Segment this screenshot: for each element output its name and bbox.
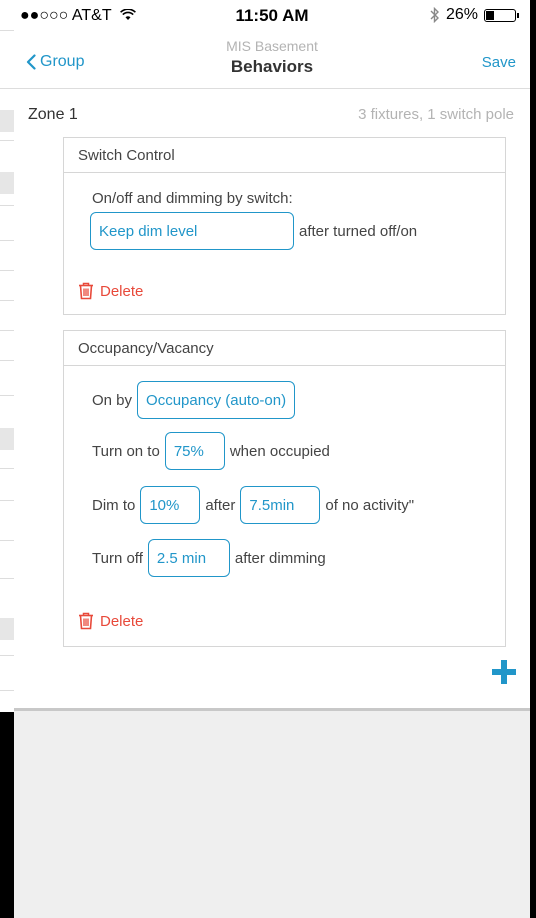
nav-subtitle: MIS Basement: [226, 38, 318, 54]
turn-off-row: Turn off 2.5 min after dimming: [92, 539, 326, 577]
dim-level-select[interactable]: 10%: [140, 486, 201, 524]
switch-control-card: Switch Control On/off and dimming by swi…: [63, 137, 506, 315]
zone-header: Zone 1 3 fixtures, 1 switch pole: [14, 104, 530, 126]
on-by-label: On by: [92, 391, 133, 409]
status-right-group: 26%: [430, 6, 519, 24]
turn-off-delay-select[interactable]: 2.5 min: [147, 539, 230, 577]
switch-description: On/off and dimming by switch:: [92, 190, 293, 207]
card-header: Switch Control: [64, 138, 505, 173]
bluetooth-icon: [430, 7, 439, 23]
trash-icon: [79, 612, 93, 630]
delete-label: Delete: [100, 612, 144, 630]
on-by-select[interactable]: Occupancy (auto-on): [137, 381, 296, 419]
empty-bottom-area: [14, 711, 530, 918]
turn-on-level-select[interactable]: 75%: [164, 432, 225, 470]
background-window-strip: 1: [0, 0, 15, 712]
battery-percent: 26%: [445, 6, 478, 23]
zone-name: Zone 1: [28, 106, 78, 123]
dim-delay-select[interactable]: 7.5min: [240, 486, 321, 524]
battery-fill: [486, 10, 494, 20]
page-title: Behaviors: [230, 57, 314, 76]
turn-on-suffix: when occupied: [229, 442, 330, 460]
card-title: Occupancy/Vacancy: [78, 340, 214, 357]
battery-icon: [484, 8, 519, 22]
dim-label: Dim to: [92, 496, 136, 514]
dim-suffix: of no activity": [325, 496, 415, 514]
zone-info: 3 fixtures, 1 switch pole: [358, 106, 514, 123]
background-number: 1: [0, 4, 8, 20]
save-button[interactable]: Save: [482, 54, 516, 71]
phone-screen: ●●○○○ AT&T 11:50 AM 26% Group MIS Baseme…: [14, 0, 530, 918]
turn-on-label: Turn on to: [92, 442, 160, 460]
card-title: Switch Control: [78, 147, 175, 164]
on-by-row: On by Occupancy (auto-on): [92, 381, 296, 419]
turn-on-row: Turn on to 75% when occupied: [92, 432, 330, 470]
screenshot-frame: 1 ●●○○○ AT&T 11:50 AM 26% Group MIS Base…: [0, 0, 536, 918]
delete-button[interactable]: Delete: [78, 612, 143, 630]
switch-description-row: On/off and dimming by switch:: [92, 190, 293, 207]
add-behavior-button[interactable]: [492, 660, 516, 684]
navigation-bar: Group MIS Basement Behaviors Save: [14, 30, 530, 89]
delete-label: Delete: [100, 282, 144, 300]
occupancy-vacancy-card: Occupancy/Vacancy On by Occupancy (auto-…: [63, 330, 506, 647]
delete-button[interactable]: Delete: [78, 282, 143, 300]
dim-row: Dim to 10% after 7.5min of no activity": [92, 486, 414, 524]
status-bar: ●●○○○ AT&T 11:50 AM 26%: [14, 0, 530, 30]
dim-level-suffix: after turned off/on: [299, 222, 418, 240]
switch-dim-row: Keep dim level after turned off/on: [90, 212, 417, 250]
trash-icon: [79, 282, 93, 300]
plus-icon-horizontal: [492, 669, 516, 675]
dim-after-label: after: [205, 496, 236, 514]
card-header: Occupancy/Vacancy: [64, 331, 505, 366]
turn-off-suffix: after dimming: [234, 549, 326, 567]
dim-level-select[interactable]: Keep dim level: [90, 212, 294, 250]
turn-off-label: Turn off: [92, 549, 143, 567]
